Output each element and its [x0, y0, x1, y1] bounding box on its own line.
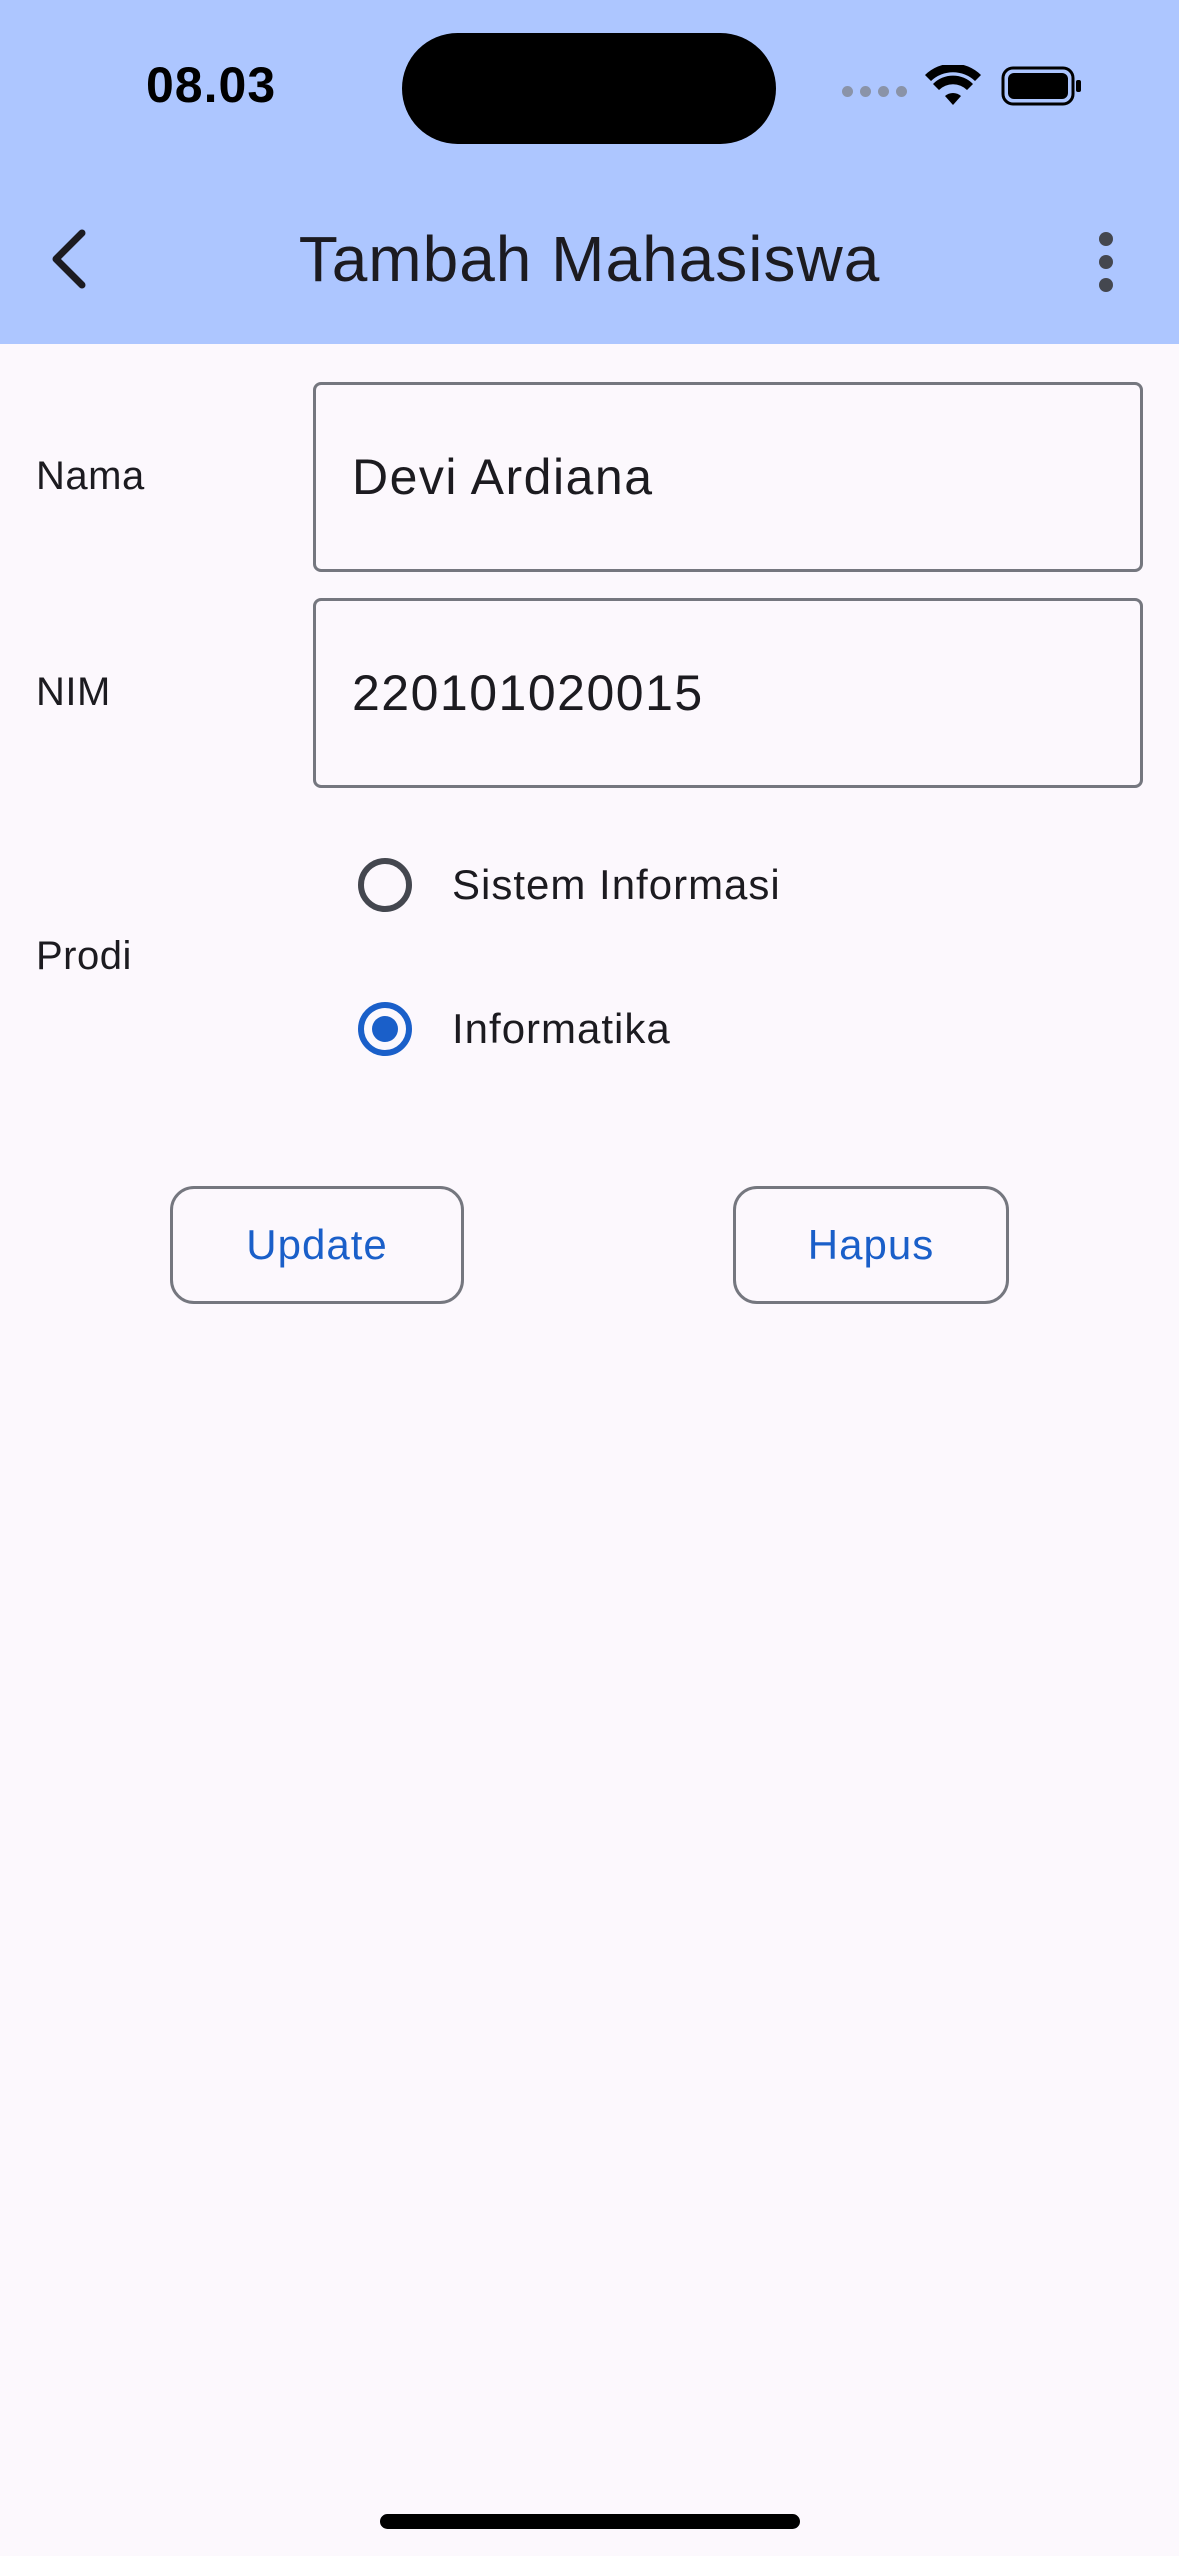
radio-label-sistem-informasi: Sistem Informasi [452, 861, 781, 908]
radio-sistem-informasi[interactable]: Sistem Informasi [340, 840, 781, 930]
page-title: Tambah Mahasiswa [298, 223, 881, 295]
radio-informatika[interactable]: Informatika [340, 984, 671, 1074]
dynamic-island [402, 33, 776, 144]
app-screen: 08.03 Tambah Mahasiswa Nama Devi Ardiana… [0, 0, 1179, 2556]
hapus-button[interactable]: Hapus [733, 1186, 1009, 1304]
nim-label: NIM [36, 670, 111, 714]
radio-checked-icon [358, 1002, 412, 1056]
more-vert-icon [1099, 232, 1113, 246]
overflow-menu-button[interactable] [1076, 220, 1136, 304]
prodi-label: Prodi [36, 934, 132, 978]
home-indicator[interactable] [380, 2514, 800, 2529]
nama-input[interactable]: Devi Ardiana [313, 382, 1143, 572]
radio-label-informatika: Informatika [452, 1005, 671, 1052]
battery-icon [1001, 66, 1081, 106]
wifi-icon [925, 65, 981, 105]
nama-label: Nama [36, 454, 145, 498]
app-header: 08.03 Tambah Mahasiswa [0, 0, 1179, 344]
status-time: 08.03 [146, 57, 277, 113]
status-icons [842, 64, 1083, 108]
cellular-signal-icon [842, 85, 907, 97]
radio-unchecked-icon [358, 858, 412, 912]
update-button[interactable]: Update [170, 1186, 464, 1304]
nim-input[interactable]: 220101020015 [313, 598, 1143, 788]
